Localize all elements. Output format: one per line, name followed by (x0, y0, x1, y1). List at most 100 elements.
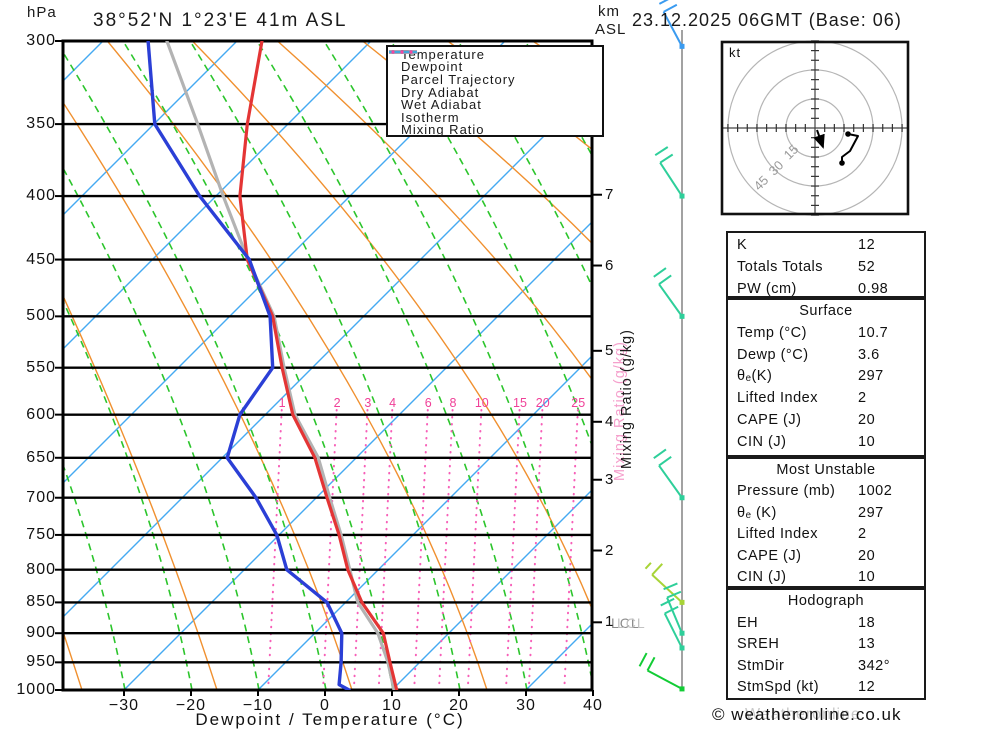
km-tick-label: 3 (605, 470, 614, 488)
mixing-ratio-value-label: 10 (474, 396, 489, 410)
pressure-tick-label: 800 (26, 560, 56, 578)
km-tick-label: 4 (605, 412, 614, 430)
stat-label: CIN (J) (737, 569, 787, 586)
hodograph-trace (841, 133, 859, 163)
hodograph-unit-label: kt (729, 45, 742, 60)
barb-tick (654, 146, 669, 157)
temp-tick-label: 40 (583, 697, 603, 714)
barb-shaft (658, 464, 683, 499)
stat-value: 3.6 (858, 346, 880, 363)
stat-row: CAPE (J) 20 (728, 546, 924, 567)
stat-row: SREH 13 (728, 634, 924, 656)
stat-value: 18 (858, 614, 876, 631)
page-title: 38°52'N 1°23'E 41m ASL (93, 10, 348, 31)
stat-value: 342° (858, 657, 890, 674)
hodograph-storm-vector (813, 129, 825, 149)
km-tick-label: 2 (605, 541, 614, 559)
stats-panel: K 12 Totals Totals 52 PW (cm) 0.98 (726, 231, 926, 298)
stat-label: θₑ (K) (737, 504, 777, 521)
hodograph-trace-dot (845, 131, 851, 137)
stats-panel-header: Surface (799, 303, 853, 319)
wind-barb (653, 448, 685, 501)
stats-panel-surface: Surface Temp (°C) 10.7 Dewp (°C) 3.6 θₑ(K) 297… (726, 298, 926, 457)
stat-value: 20 (858, 547, 876, 564)
barb-tick (651, 563, 664, 576)
pressure-tick-label: 1000 (16, 681, 56, 698)
chart-legend: Temperature Dewpoint Parcel Trajectory Dry … (386, 45, 604, 137)
barb-level-dot (679, 686, 685, 692)
barb-shaft (663, 613, 683, 649)
stat-row: K 12 (728, 234, 924, 256)
barb-tick (658, 274, 672, 285)
altitude-unit-km: km (598, 3, 620, 20)
barb-tick (638, 652, 648, 667)
mixing-ratio-line (322, 409, 338, 690)
temp-tick-label: −10 (242, 697, 274, 714)
wind-barb (653, 267, 685, 319)
km-tick-label: 5 (605, 341, 614, 359)
stat-label: Dewp (°C) (737, 346, 809, 363)
mixing-ratio-line (352, 409, 369, 690)
stats-panel-header: Most Unstable (776, 462, 876, 478)
stat-value: 10 (858, 569, 876, 586)
mixing-ratio-value-label: 25 (571, 396, 586, 410)
altitude-unit-asl: ASL (595, 21, 627, 38)
barb-shaft (659, 162, 683, 197)
stat-label: PW (cm) (737, 281, 797, 298)
stat-row: StmSpd (kt) 12 (728, 677, 924, 699)
stat-value: 10 (858, 433, 876, 450)
stat-label: Temp (°C) (737, 324, 807, 341)
wind-barb (654, 146, 685, 199)
pressure-tick-label: 600 (26, 405, 56, 423)
temp-tick-label: 30 (516, 697, 536, 714)
barb-level-dot (679, 313, 685, 319)
barb-tick (653, 448, 667, 460)
mixing-ratio-value-label: 3 (364, 396, 372, 410)
isotherm-line (63, 41, 506, 484)
mixing-ratio-axis-label: Mixing Ratio (g/kg) (619, 329, 635, 469)
stat-value: 52 (858, 259, 876, 276)
stat-value: 20 (858, 411, 876, 428)
hodograph (720, 40, 910, 216)
mixing-ratio-value-label: 1 (278, 396, 286, 410)
wind-barb (660, 597, 685, 651)
stats-panel-hodograph: Hodograph EH 18 SREH 13 StmDir 342° StmSpd (kt)… (726, 588, 926, 700)
stat-label: StmSpd (kt) (737, 679, 820, 696)
copyright-label: © weatheronline.co.uk (712, 705, 902, 724)
stat-row: Temp (°C) 10.7 (728, 323, 924, 345)
stat-value: 12 (858, 679, 876, 696)
stat-label: Pressure (mb) (737, 483, 836, 500)
run-date-label: 23.12.2025 06GMT (Base: 06) (632, 10, 902, 30)
pressure-tick-label: 650 (26, 448, 56, 466)
wet-adiabat-line (256, 41, 528, 690)
mixing-ratio-value-label: 20 (535, 396, 550, 410)
wind-barb (644, 562, 685, 605)
stat-value: 297 (858, 368, 884, 385)
pressure-tick-label: 900 (26, 624, 56, 642)
stat-row: θₑ (K) 297 (728, 503, 924, 524)
mixing-ratio-value-label: 6 (424, 396, 432, 410)
mixing-ratio-line (504, 409, 521, 690)
mixing-ratio-line (466, 409, 483, 690)
km-tick-label: 7 (605, 185, 614, 203)
pressure-tick-label: 700 (26, 488, 56, 506)
barb-tick (653, 267, 667, 278)
stat-label: CIN (J) (737, 433, 787, 450)
stat-value: 1002 (858, 483, 893, 500)
curve-dewpoint (146, 41, 351, 690)
skewt-sounding-page: hPa 38°52'N 1°23'E 41m ASL 23.12.2025 06… (0, 0, 1000, 733)
stat-row: EH 18 (728, 613, 924, 635)
km-tick-label: 6 (605, 256, 614, 274)
stat-label: CAPE (J) (737, 547, 802, 564)
mixing-ratio-line (527, 409, 544, 690)
hodograph-trace-dot (839, 160, 845, 166)
wet-adiabat-line (63, 50, 327, 690)
stat-value: 12 (858, 237, 876, 253)
stat-value: 297 (858, 504, 884, 521)
stat-label: EH (737, 614, 759, 631)
pressure-tick-label: 950 (26, 653, 56, 671)
stat-value: 2 (858, 390, 867, 407)
stat-row: Lifted Index 2 (728, 524, 924, 545)
barb-tick (658, 456, 672, 467)
stat-label: θₑ(K) (737, 368, 773, 385)
